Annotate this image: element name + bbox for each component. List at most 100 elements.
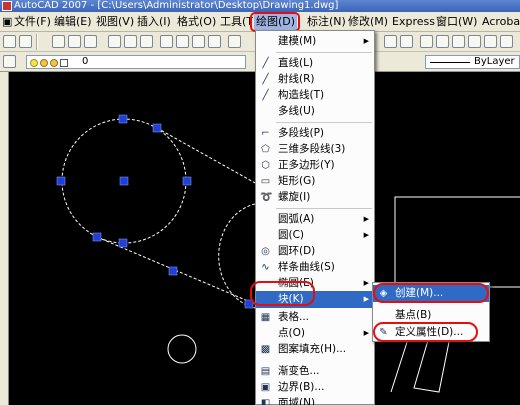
grip[interactable] bbox=[92, 232, 102, 242]
mline-icon bbox=[260, 106, 271, 117]
menu-file[interactable]: 文件(F) bbox=[12, 14, 53, 30]
grip[interactable] bbox=[119, 176, 129, 186]
menu-item-spline[interactable]: ∿ 样条曲线(S) bbox=[256, 259, 374, 276]
xline-icon: ╱ bbox=[262, 90, 269, 101]
menu-item-label: 圆弧(A) bbox=[278, 213, 315, 225]
rectangle-icon: ▭ bbox=[260, 176, 271, 187]
draw-menu-annotation-outline bbox=[250, 12, 300, 32]
selected-objects bbox=[61, 118, 258, 309]
menu-item-hatch[interactable]: ▩ 图案填充(H)... bbox=[256, 341, 374, 358]
menu-item-label: 正多边形(Y) bbox=[278, 159, 335, 171]
toolbar-separator bbox=[36, 34, 38, 50]
open-file-icon[interactable] bbox=[68, 35, 81, 48]
paste-icon[interactable] bbox=[192, 35, 205, 48]
menu-item-donut[interactable]: ◎ 圆环(D) bbox=[256, 243, 374, 260]
markup-icon[interactable] bbox=[484, 35, 497, 48]
arc-icon bbox=[260, 214, 271, 225]
menu-item-3dpoly[interactable]: ⬠ 三维多段线(3) bbox=[256, 141, 374, 158]
menu-item-label: 多线(U) bbox=[278, 105, 315, 117]
menu-dimension[interactable]: 标注(N) bbox=[305, 14, 348, 30]
menu-item-table[interactable]: ▦ 表格... bbox=[256, 309, 374, 326]
menu-item-ray[interactable]: ╱ 射线(R) bbox=[256, 71, 374, 88]
menu-item-label: 构造线(T) bbox=[278, 89, 325, 101]
menu-item-label: 表格... bbox=[278, 311, 310, 323]
grip[interactable] bbox=[118, 238, 128, 248]
menu-item-mline[interactable]: 多线(U) bbox=[256, 103, 374, 120]
window-title: AutoCAD 2007 - [C:\Users\Administrator\D… bbox=[14, 0, 339, 11]
menu-item-xline[interactable]: ╱ 构造线(T) bbox=[256, 87, 374, 104]
menu-separator bbox=[276, 208, 372, 209]
cut-icon[interactable] bbox=[160, 35, 173, 48]
menu-item-gradient[interactable]: ▤ 渐变色... bbox=[256, 363, 374, 380]
menu-item-label: 点(O) bbox=[278, 327, 305, 339]
menu-item-label: 圆(C) bbox=[278, 229, 305, 241]
rectangle-shape bbox=[394, 196, 520, 288]
properties-icon[interactable] bbox=[420, 35, 433, 48]
tool-palettes-icon[interactable] bbox=[452, 35, 465, 48]
basepoint-icon bbox=[378, 310, 389, 321]
menu-item-circle[interactable]: 圆(C) ▶ bbox=[256, 227, 374, 244]
gradient-icon: ▤ bbox=[260, 366, 271, 377]
title-bar: AutoCAD 2007 - [C:\Users\Administrator\D… bbox=[0, 0, 520, 12]
design-center-icon[interactable] bbox=[436, 35, 449, 48]
modeling-icon bbox=[260, 36, 271, 47]
grip[interactable] bbox=[56, 176, 66, 186]
submenu-arrow-icon: ▶ bbox=[363, 295, 369, 303]
menu-format[interactable]: 格式(O) bbox=[175, 14, 218, 30]
zoom-icon[interactable] bbox=[384, 35, 397, 48]
layer-manager-icon[interactable] bbox=[3, 55, 16, 68]
line-shape bbox=[390, 335, 410, 393]
calculator-icon[interactable] bbox=[500, 35, 513, 48]
menu-express[interactable]: Express bbox=[390, 14, 437, 30]
menu-item-label: 圆环(D) bbox=[278, 245, 316, 257]
menu-insert[interactable]: 插入(I) bbox=[135, 14, 173, 30]
zoom-previous-icon[interactable] bbox=[400, 35, 413, 48]
donut-icon: ◎ bbox=[261, 246, 270, 257]
menu-item-label: 射线(R) bbox=[278, 73, 315, 85]
menu-view[interactable]: 视图(V) bbox=[94, 14, 136, 30]
sun-icon bbox=[40, 59, 48, 67]
bulb-icon bbox=[30, 59, 38, 67]
preview-icon[interactable] bbox=[124, 35, 137, 48]
pdf-export-icon[interactable] bbox=[19, 35, 32, 48]
submenu-arrow-icon: ▶ bbox=[363, 231, 369, 239]
menu-item-polygon[interactable]: ⬡ 正多边形(Y) bbox=[256, 157, 374, 174]
create-annotation-outline bbox=[373, 283, 489, 303]
menu-item-arc[interactable]: 圆弧(A) ▶ bbox=[256, 211, 374, 228]
menu-acrobat[interactable]: Acrobat bbox=[480, 14, 520, 30]
menu-item-line[interactable]: ╱ 直线(L) bbox=[256, 55, 374, 72]
new-file-icon[interactable] bbox=[52, 35, 65, 48]
menu-item-point[interactable]: 点(O) ▶ bbox=[256, 325, 374, 342]
helix-icon: ➰ bbox=[260, 192, 273, 203]
hatch-icon: ▩ bbox=[260, 344, 271, 355]
print-icon[interactable] bbox=[108, 35, 121, 48]
grip[interactable] bbox=[182, 176, 192, 186]
menu-item-polyline[interactable]: ⌐ 多段线(P) bbox=[256, 125, 374, 142]
menu-item-rectangle[interactable]: ▭ 矩形(G) bbox=[256, 173, 374, 190]
menu-edit[interactable]: 编辑(E) bbox=[52, 14, 94, 30]
grip[interactable] bbox=[152, 123, 162, 133]
sheet-set-icon[interactable] bbox=[468, 35, 481, 48]
copy-icon[interactable] bbox=[176, 35, 189, 48]
color-swatch-icon bbox=[60, 59, 68, 67]
menu-modify[interactable]: 修改(M) bbox=[346, 14, 390, 30]
menu-item-region[interactable]: ◧ 面域(N) bbox=[256, 395, 374, 405]
menu-item-helix[interactable]: ➰ 螺旋(I) bbox=[256, 189, 374, 206]
menu-item-label: 螺旋(I) bbox=[278, 191, 311, 203]
draw-menu: 建模(M) ▶ ╱ 直线(L) ╱ 射线(R) ╱ 构造线(T) 多线(U) ⌐… bbox=[255, 30, 375, 405]
match-properties-icon[interactable] bbox=[208, 35, 221, 48]
submenu-arrow-icon: ▶ bbox=[363, 279, 369, 287]
publish-icon[interactable] bbox=[140, 35, 153, 48]
undo-icon[interactable] bbox=[228, 35, 241, 48]
menu-item-modeling[interactable]: 建模(M) ▶ bbox=[256, 33, 374, 50]
menu-item-boundary[interactable]: ▣ 边界(B)... bbox=[256, 379, 374, 396]
submenu-arrow-icon: ▶ bbox=[363, 329, 369, 337]
pdf-icon[interactable] bbox=[3, 35, 16, 48]
menu-item-label: 直线(L) bbox=[278, 57, 314, 69]
grip[interactable] bbox=[168, 266, 178, 276]
menu-window[interactable]: 窗口(W) bbox=[434, 14, 479, 30]
linetype-dropdown[interactable]: ByLayer bbox=[425, 55, 520, 69]
save-icon[interactable] bbox=[84, 35, 97, 48]
draw-toolbar bbox=[0, 72, 9, 405]
grip[interactable] bbox=[118, 114, 128, 124]
